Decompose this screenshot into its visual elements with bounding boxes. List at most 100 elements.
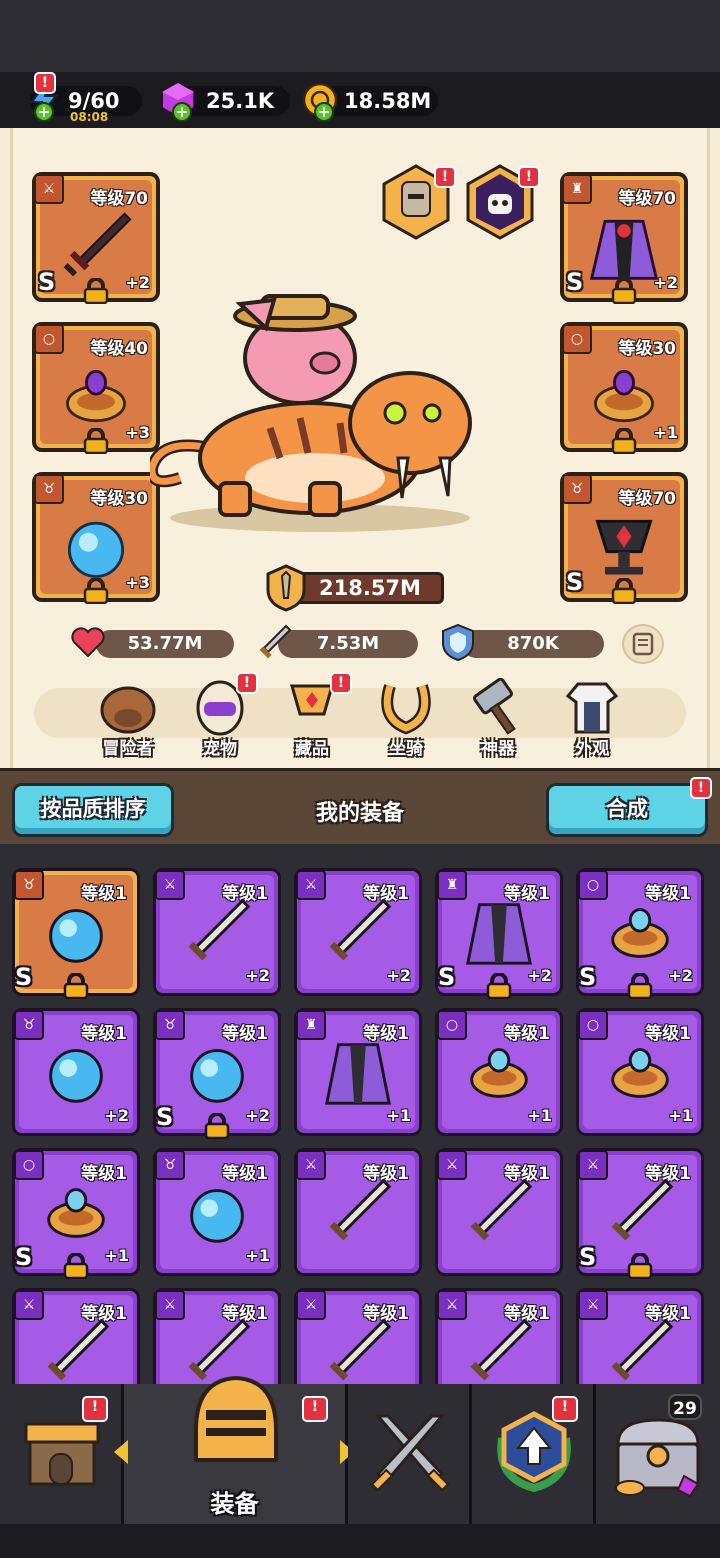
nav-tab-equipment[interactable]: 装备 !	[114, 1375, 354, 1524]
energy-alert-icon: !	[34, 72, 56, 94]
equipment-item[interactable]: ⚔ 等级1	[576, 1288, 704, 1384]
equipped-necklace-slot-2[interactable]: ♉ 等级70 S	[560, 472, 688, 604]
attack-sword-icon	[259, 624, 292, 659]
list-title: 我的装备	[315, 801, 404, 826]
gold-ring-icon	[594, 369, 654, 423]
nav-tab-upgrade[interactable]: !	[472, 1384, 596, 1524]
treasure-chest-icon	[615, 1418, 700, 1498]
item-level: 等级1	[363, 1304, 409, 1324]
category-adventurer[interactable]: 冒险者	[88, 678, 168, 759]
category-appearance[interactable]: 外观	[552, 678, 632, 759]
equipment-item[interactable]: ○ 等级1 S +1	[12, 1148, 140, 1279]
item-level: 等级1	[504, 884, 550, 904]
equipped-ring-slot-2[interactable]: ○ 等级30 +1	[560, 322, 688, 454]
nav-tab-battle[interactable]	[348, 1384, 472, 1524]
equipment-screen: 9/60 + ! 08:08 25.1K + 18.58M + ⚔ 等级70 S…	[0, 0, 720, 1558]
equipment-item[interactable]: ⚔ 等级1 +2	[153, 868, 281, 996]
sword-icon: ⚔	[34, 174, 64, 204]
equipment-item[interactable]: ○ 等级1 +1	[576, 1008, 704, 1136]
item-level: 等级1	[222, 1164, 268, 1184]
equipped-weapon-slot[interactable]: ⚔ 等级70 S +2	[32, 172, 160, 304]
item-art-icon	[466, 903, 532, 965]
category-mount[interactable]: 坐骑	[366, 678, 446, 759]
lock-icon	[63, 973, 89, 999]
lock-icon	[611, 428, 637, 454]
item-rank: S	[15, 963, 33, 991]
slot-rank: S	[566, 568, 584, 596]
merge-alert-icon: !	[690, 777, 712, 799]
dark-sword-icon	[63, 212, 132, 277]
equipment-list-header: 按品质排序 我的装备 合成 !	[0, 768, 720, 844]
equipment-item[interactable]: ♉ 等级1 +1	[153, 1148, 281, 1276]
item-art-icon	[325, 1043, 391, 1105]
lock-icon	[627, 1253, 653, 1279]
chest-count-badge: 29	[668, 1394, 702, 1420]
item-level: 等级1	[363, 1024, 409, 1044]
energy-timer: 08:08	[70, 110, 109, 124]
sword-icon: ⚔	[437, 1290, 467, 1320]
equipment-item[interactable]: ⚔ 等级1	[12, 1288, 140, 1384]
equipment-item[interactable]: ⚔ 等级1	[294, 1148, 422, 1276]
lock-icon	[611, 278, 637, 304]
bottom-nav: ! 装备 ! ! 29	[0, 1375, 720, 1558]
sort-by-quality-button[interactable]: 按品质排序	[12, 783, 174, 837]
item-bonus: +1	[527, 1106, 552, 1125]
hp-stat: 53.77M	[96, 630, 234, 658]
equipment-item[interactable]: ♜ 等级1 +1	[294, 1008, 422, 1136]
category-label: 神器	[481, 739, 515, 759]
slot-bonus: +3	[125, 423, 150, 442]
shop-alert-icon: !	[82, 1396, 108, 1422]
equipped-necklace-slot[interactable]: ♉ 等级30 +3	[32, 472, 160, 604]
ring-icon: ○	[562, 324, 592, 354]
slot-rank: S	[566, 268, 584, 296]
mage-alert-icon: !	[518, 166, 540, 188]
add-energy-icon[interactable]: +	[34, 102, 54, 122]
equipment-item[interactable]: ⚔ 等级1	[294, 1288, 422, 1384]
category-label: 冒险者	[102, 739, 154, 759]
stats-detail-button[interactable]	[622, 624, 664, 664]
item-level: 等级1	[81, 1304, 127, 1324]
equipment-item[interactable]: ♉ 等级1 +2	[12, 1008, 140, 1136]
defense-stat: 870K	[462, 630, 604, 658]
horseshoe-icon	[381, 684, 431, 735]
equipment-item[interactable]: ♜ 等级1 S +2	[435, 868, 563, 999]
item-rank: S	[15, 1243, 33, 1271]
item-art-icon	[611, 1048, 669, 1098]
category-label: 外观	[575, 739, 609, 759]
equipment-item[interactable]: ○ 等级1 +1	[435, 1008, 563, 1136]
category-label: 坐骑	[389, 739, 423, 759]
equipment-item[interactable]: ○ 等级1 S +2	[576, 868, 704, 999]
item-bonus: +2	[104, 1106, 129, 1125]
nav-tab-shop[interactable]: !	[0, 1384, 124, 1524]
slot-bonus: +1	[653, 423, 678, 442]
necklace-icon: ♉	[562, 474, 592, 504]
ring-icon: ○	[578, 1010, 608, 1040]
gold-ring-icon	[66, 369, 126, 423]
equipped-armor-slot[interactable]: ♜ 等级70 S +2	[560, 172, 688, 304]
sword-icon: ⚔	[14, 1290, 44, 1320]
coins-value: 18.58M	[344, 89, 432, 113]
equipment-item[interactable]: ⚔ 等级1	[435, 1148, 563, 1276]
item-rank: S	[156, 1103, 174, 1131]
sword-icon: ⚔	[296, 1150, 326, 1180]
defense-shield-icon	[442, 623, 474, 662]
nav-tab-chest[interactable]: 29	[596, 1384, 720, 1524]
equipment-item[interactable]: ♉ 等级1 S	[12, 868, 140, 999]
equipped-ring-slot[interactable]: ○ 等级40 +3	[32, 322, 160, 454]
item-level: 等级1	[81, 1024, 127, 1044]
add-coins-icon[interactable]: +	[314, 102, 334, 122]
item-art-icon	[190, 1049, 244, 1103]
equipment-item[interactable]: ⚔ 等级1	[435, 1288, 563, 1384]
equipment-item[interactable]: ♉ 等级1 S +2	[153, 1008, 281, 1139]
equipment-item[interactable]: ⚔ 等级1 +2	[294, 868, 422, 996]
item-level: 等级1	[81, 884, 127, 904]
category-artifact[interactable]: 神器	[458, 678, 538, 759]
equipment-item[interactable]: ⚔ 等级1 S	[576, 1148, 704, 1279]
item-art-icon	[49, 1049, 103, 1103]
item-bonus: +2	[527, 966, 552, 985]
hero-character-icon[interactable]	[150, 288, 480, 538]
add-gems-icon[interactable]: +	[172, 102, 192, 122]
crossed-swords-icon	[370, 1414, 450, 1492]
item-art-icon	[190, 1189, 244, 1243]
merge-button[interactable]: 合成	[546, 783, 708, 837]
